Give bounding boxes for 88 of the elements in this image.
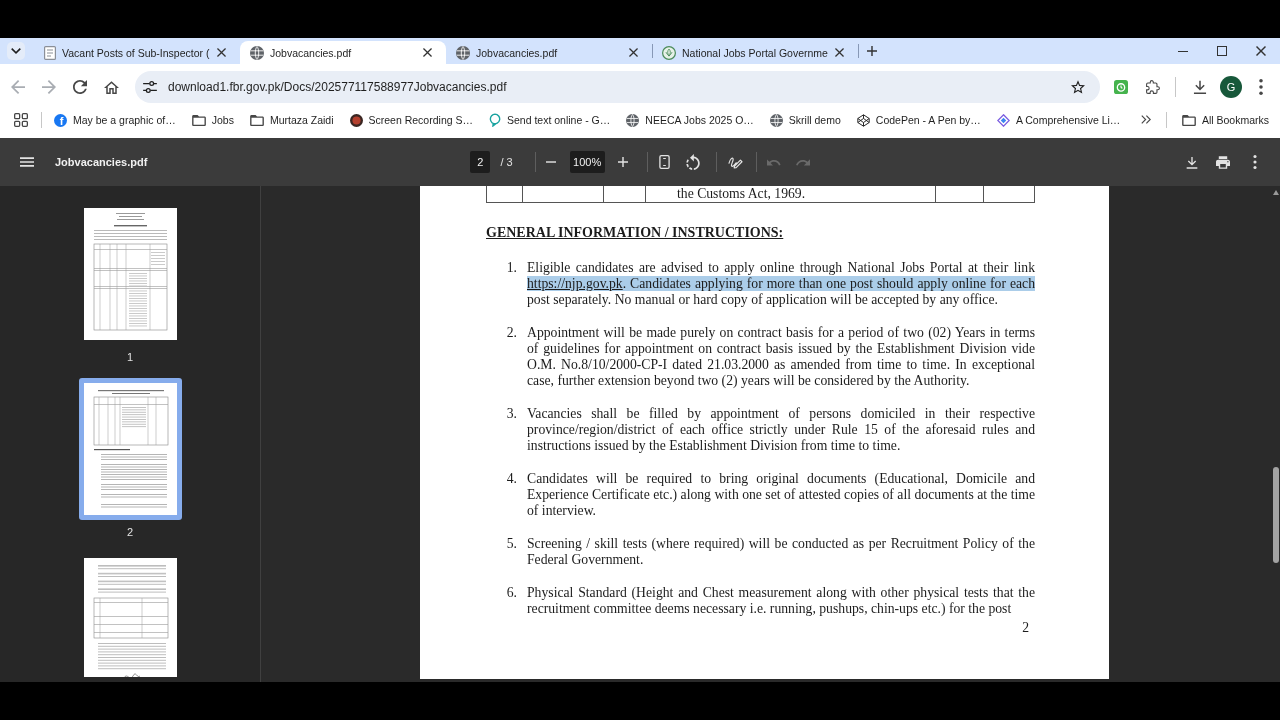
- double-chevron-icon[interactable]: [1140, 115, 1151, 124]
- folder-icon: [191, 114, 206, 126]
- page-thumbnail[interactable]: [78, 378, 182, 520]
- browser-tab[interactable]: Jobvacancies.pdf: [240, 41, 446, 64]
- reload-icon[interactable]: [73, 80, 87, 94]
- list-number: 1.: [506, 260, 517, 277]
- table-cell: [486, 186, 522, 203]
- thumbnail-label: 2: [126, 525, 134, 540]
- page-thumbnail[interactable]: [83, 208, 177, 340]
- browser-tab[interactable]: National Jobs Portal Governme: [652, 41, 858, 64]
- section-heading: GENERAL INFORMATION / INSTRUCTIONS:: [486, 225, 784, 241]
- paragraph: Screening / skill tests (where required) will be conducted as per Recruitment Policy of the Federal Government.: [527, 536, 1035, 568]
- download-icon[interactable]: [1193, 80, 1207, 94]
- link[interactable]: https://njp.gov.pk: [527, 276, 623, 291]
- list-number: 6.: [506, 585, 517, 602]
- minimize-icon[interactable]: [1178, 50, 1188, 52]
- globe-icon: [769, 113, 783, 127]
- page-number-field[interactable]: 2: [470, 151, 491, 173]
- more-icon[interactable]: [1253, 155, 1257, 169]
- page-number: 2: [1022, 620, 1029, 636]
- page-count: / 3: [500, 156, 513, 168]
- bookmark[interactable]: A Comprehensive Li…: [996, 110, 1121, 130]
- zoom-in-icon[interactable]: [617, 157, 628, 167]
- list-number: 5.: [506, 536, 517, 553]
- document-icon: [44, 45, 56, 60]
- bookmark[interactable]: CodePen - A Pen by…: [856, 110, 981, 130]
- page-thumbnail[interactable]: [83, 558, 177, 677]
- paragraph: Candidates will be required to bring original documents (Educational, Domicile and Experience Certificate etc.) along with one set of attested copies of all documents at the time of interview.: [527, 471, 1035, 519]
- emblem-icon: [662, 45, 676, 60]
- scrollbar-thumb[interactable]: [1273, 467, 1279, 563]
- zoom-field[interactable]: 100%: [569, 151, 605, 173]
- folder-icon: [249, 114, 264, 126]
- site-logo: f: [54, 113, 67, 127]
- puzzle-icon[interactable]: [1146, 80, 1160, 94]
- document-title: Jobvacancies.pdf: [55, 156, 148, 168]
- fit-page-icon[interactable]: [658, 155, 670, 169]
- print-icon[interactable]: [1216, 155, 1230, 169]
- bookmark[interactable]: Screen Recording S…: [349, 110, 473, 130]
- tab-search-button[interactable]: [7, 42, 25, 60]
- bookmark[interactable]: NEECA Jobs 2025 O…: [626, 110, 754, 130]
- home-icon[interactable]: [104, 80, 119, 94]
- close-icon[interactable]: [835, 48, 844, 57]
- thumbnail-label: 1: [126, 350, 134, 365]
- paragraph: Eligible candidates are advised to apply online through National Jobs Portal at their link https://njp.gov.pk. Candidates applying for more than one post should apply online for each post separately. No manual or hard copy of application will be accepted by any office.: [527, 260, 1035, 308]
- bookmark[interactable]: f May be a graphic of…: [54, 110, 176, 130]
- table-cell: the Customs Act, 1969.: [645, 186, 935, 203]
- profile-avatar[interactable]: G: [1220, 76, 1242, 98]
- rotate-icon[interactable]: [685, 154, 700, 170]
- tune-icon[interactable]: [143, 81, 157, 93]
- bookmark[interactable]: Send text online - G…: [489, 110, 611, 130]
- bookmark[interactable]: Murtaza Zaidi: [249, 110, 334, 130]
- address-field[interactable]: download1.fbr.gov.pk/Docs/202577117588977Jobvacancies.pdf: [135, 71, 1100, 103]
- chevron-down-icon: [11, 48, 21, 54]
- browser-tab[interactable]: Vacant Posts of Sub-Inspector (: [34, 41, 240, 64]
- table-cell: [603, 186, 645, 203]
- app-tile-icon[interactable]: [1114, 80, 1128, 94]
- record-dot-icon: [349, 113, 363, 127]
- chat-bubble-icon: [489, 113, 501, 127]
- paragraph: Physical Standard (Height and Chest measurement along with other physical tests that the recruitment committee deems necessary i.e. running, pushups, chin-ups etc.) for the post: [527, 585, 1035, 617]
- table-cell: [935, 186, 983, 203]
- apps-grid-icon[interactable]: [14, 113, 28, 127]
- close-icon[interactable]: [629, 48, 638, 57]
- globe-icon: [250, 45, 264, 60]
- close-icon[interactable]: [217, 48, 226, 57]
- paragraph: Vacancies shall be filled by appointment of persons domiciled in their respective province/region/district of each office strictly under Rule 15 of the aforesaid rules and instructions issued by the Establishment Division from time to time.: [527, 406, 1035, 454]
- close-window-icon[interactable]: [1256, 46, 1266, 56]
- menu-icon[interactable]: [20, 157, 34, 167]
- table-cell: [983, 186, 1035, 203]
- bookmark-folder[interactable]: All Bookmarks: [1181, 110, 1269, 130]
- paragraph: Appointment will be made purely on contract basis for a period of two (02) Years in terms of guidelines for appointment on contract basis issued by the Establishment Division vide O.M. No.8/10/2000-CP-I dated 21.03.2000 as amended from time to time. In exceptional case, further extension beyond two (2) years will be considered by the Authority.: [527, 325, 1035, 389]
- pen-squiggle-icon[interactable]: [727, 155, 743, 169]
- list-number: 2.: [506, 325, 517, 342]
- star-icon[interactable]: [1071, 80, 1085, 94]
- cube-icon: [856, 113, 870, 127]
- bookmark[interactable]: Skrill demo: [769, 110, 841, 130]
- more-icon[interactable]: [1259, 79, 1263, 95]
- diamond-icon: [996, 113, 1010, 127]
- scroll-up-icon[interactable]: [1273, 190, 1279, 195]
- list-number: 3.: [506, 406, 517, 423]
- new-tab-icon[interactable]: [867, 46, 877, 56]
- close-icon[interactable]: [423, 48, 432, 57]
- folder-icon: [1181, 114, 1196, 126]
- bookmark[interactable]: Jobs: [191, 110, 234, 130]
- globe-icon: [456, 45, 470, 60]
- maximize-icon[interactable]: [1217, 46, 1227, 56]
- globe-icon: [626, 113, 640, 127]
- list-number: 4.: [506, 471, 517, 488]
- browser-tab[interactable]: Jobvacancies.pdf: [446, 41, 652, 64]
